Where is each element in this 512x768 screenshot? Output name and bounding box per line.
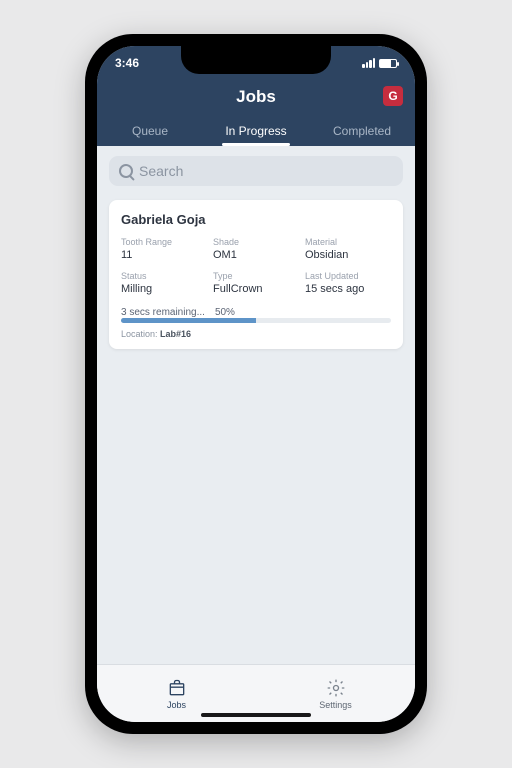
tab-completed[interactable]: Completed: [309, 114, 415, 146]
tabbar-settings-label: Settings: [319, 700, 352, 710]
progress-bar: [121, 318, 391, 323]
value-type: FullCrown: [213, 283, 299, 295]
label-status: Status: [121, 271, 207, 281]
status-indicators: [362, 58, 397, 68]
progress-row: 3 secs remaining... 50%: [121, 307, 391, 318]
label-type: Type: [213, 271, 299, 281]
value-last-updated: 15 secs ago: [305, 283, 391, 295]
search-icon: [119, 164, 133, 178]
tab-queue[interactable]: Queue: [97, 114, 203, 146]
page-title: Jobs: [236, 87, 276, 107]
brand-badge-icon[interactable]: G: [383, 86, 403, 106]
status-time: 3:46: [115, 56, 139, 70]
content-area: Gabriela Goja Tooth Range 11 Shade OM1 M…: [97, 146, 415, 664]
label-material: Material: [305, 237, 391, 247]
value-shade: OM1: [213, 249, 299, 261]
tabbar-jobs-label: Jobs: [167, 700, 186, 710]
home-indicator[interactable]: [201, 713, 311, 717]
app-header: 3:46 Jobs G Queue In Progress Completed: [97, 46, 415, 146]
location-value: Lab#16: [160, 329, 191, 339]
patient-name: Gabriela Goja: [121, 212, 391, 227]
tab-in-progress[interactable]: In Progress: [203, 114, 309, 146]
battery-icon: [379, 59, 397, 68]
progress-percent: 50%: [215, 307, 235, 318]
status-bar: 3:46: [97, 46, 415, 80]
phone-frame: 3:46 Jobs G Queue In Progress Completed: [85, 34, 427, 734]
signal-icon: [362, 58, 375, 68]
value-material: Obsidian: [305, 249, 391, 261]
label-tooth-range: Tooth Range: [121, 237, 207, 247]
search-input[interactable]: [139, 163, 393, 179]
screen: 3:46 Jobs G Queue In Progress Completed: [97, 46, 415, 722]
label-shade: Shade: [213, 237, 299, 247]
search-field[interactable]: [109, 156, 403, 186]
location-label: Location:: [121, 329, 160, 339]
progress-remaining: 3 secs remaining...: [121, 307, 205, 318]
location-line: Location: Lab#16: [121, 329, 391, 339]
value-tooth-range: 11: [121, 249, 207, 261]
job-card[interactable]: Gabriela Goja Tooth Range 11 Shade OM1 M…: [109, 200, 403, 349]
gear-icon: [326, 678, 346, 698]
segment-tabs: Queue In Progress Completed: [97, 114, 415, 146]
label-last-updated: Last Updated: [305, 271, 391, 281]
jobs-icon: [167, 678, 187, 698]
value-status: Milling: [121, 283, 207, 295]
